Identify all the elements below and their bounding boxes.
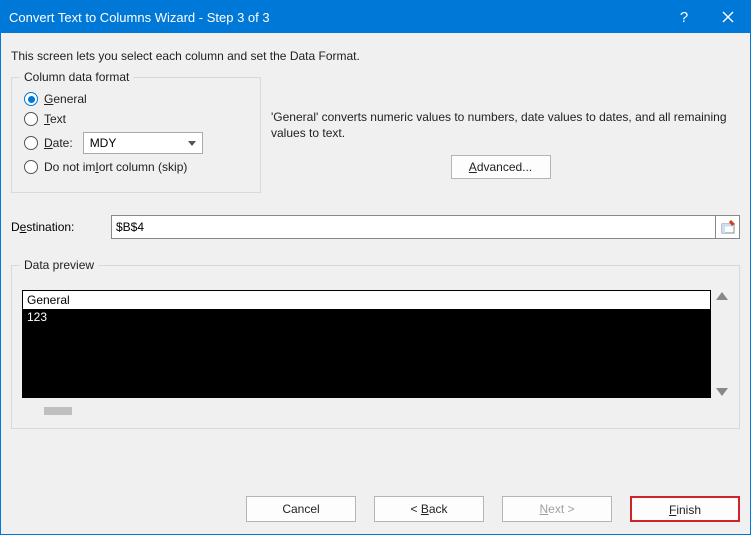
date-format-select[interactable]: MDY xyxy=(83,132,203,154)
preview-column-header: General xyxy=(23,291,710,310)
help-icon: ? xyxy=(680,9,688,26)
radio-icon xyxy=(24,136,38,150)
dialog-title: Convert Text to Columns Wizard - Step 3 … xyxy=(1,10,662,25)
data-preview-legend: Data preview xyxy=(20,258,98,272)
preview-row: 123 xyxy=(23,310,710,324)
range-picker-button[interactable] xyxy=(716,215,740,239)
radio-general-label: General xyxy=(44,92,87,106)
column-format-legend: Column data format xyxy=(20,70,133,84)
destination-label: Destination: xyxy=(11,220,111,234)
scroll-thumb xyxy=(44,407,72,415)
scroll-up-icon xyxy=(716,292,728,300)
intro-text: This screen lets you select each column … xyxy=(11,49,740,63)
chevron-down-icon xyxy=(188,141,196,146)
radio-skip-label: Do not imIort column (skip) xyxy=(44,160,187,174)
next-button: Next > xyxy=(502,496,612,522)
cancel-button[interactable]: Cancel xyxy=(246,496,356,522)
radio-date-label: Date: xyxy=(44,136,73,150)
vertical-scrollbar[interactable] xyxy=(711,290,729,398)
dialog-footer: Cancel < Back Next > Finish xyxy=(1,490,750,530)
preview-panel[interactable]: General 123 xyxy=(22,290,711,398)
date-format-value: MDY xyxy=(90,136,117,150)
finish-button[interactable]: Finish xyxy=(630,496,740,522)
range-picker-icon xyxy=(721,220,735,234)
help-button[interactable]: ? xyxy=(662,1,706,33)
radio-general[interactable]: General xyxy=(24,92,248,106)
close-icon xyxy=(722,11,734,23)
general-note: 'General' converts numeric values to num… xyxy=(271,109,740,141)
column-format-group: Column data format General Text Date: MD… xyxy=(11,77,261,193)
destination-value: $B$4 xyxy=(116,220,144,234)
titlebar: Convert Text to Columns Wizard - Step 3 … xyxy=(1,1,750,33)
radio-icon xyxy=(24,160,38,174)
close-button[interactable] xyxy=(706,1,750,33)
advanced-button[interactable]: Advanced... xyxy=(451,155,551,179)
radio-date[interactable]: Date: MDY xyxy=(24,132,248,154)
destination-input[interactable]: $B$4 xyxy=(111,215,716,239)
back-button[interactable]: < Back xyxy=(374,496,484,522)
horizontal-scrollbar[interactable] xyxy=(22,404,729,418)
radio-skip[interactable]: Do not imIort column (skip) xyxy=(24,160,248,174)
radio-icon xyxy=(24,112,38,126)
radio-text-label: Text xyxy=(44,112,66,126)
data-preview-group: Data preview General 123 xyxy=(11,265,740,429)
radio-text[interactable]: Text xyxy=(24,112,248,126)
wizard-dialog: Convert Text to Columns Wizard - Step 3 … xyxy=(0,0,751,535)
radio-icon xyxy=(24,92,38,106)
scroll-down-icon xyxy=(716,388,728,396)
